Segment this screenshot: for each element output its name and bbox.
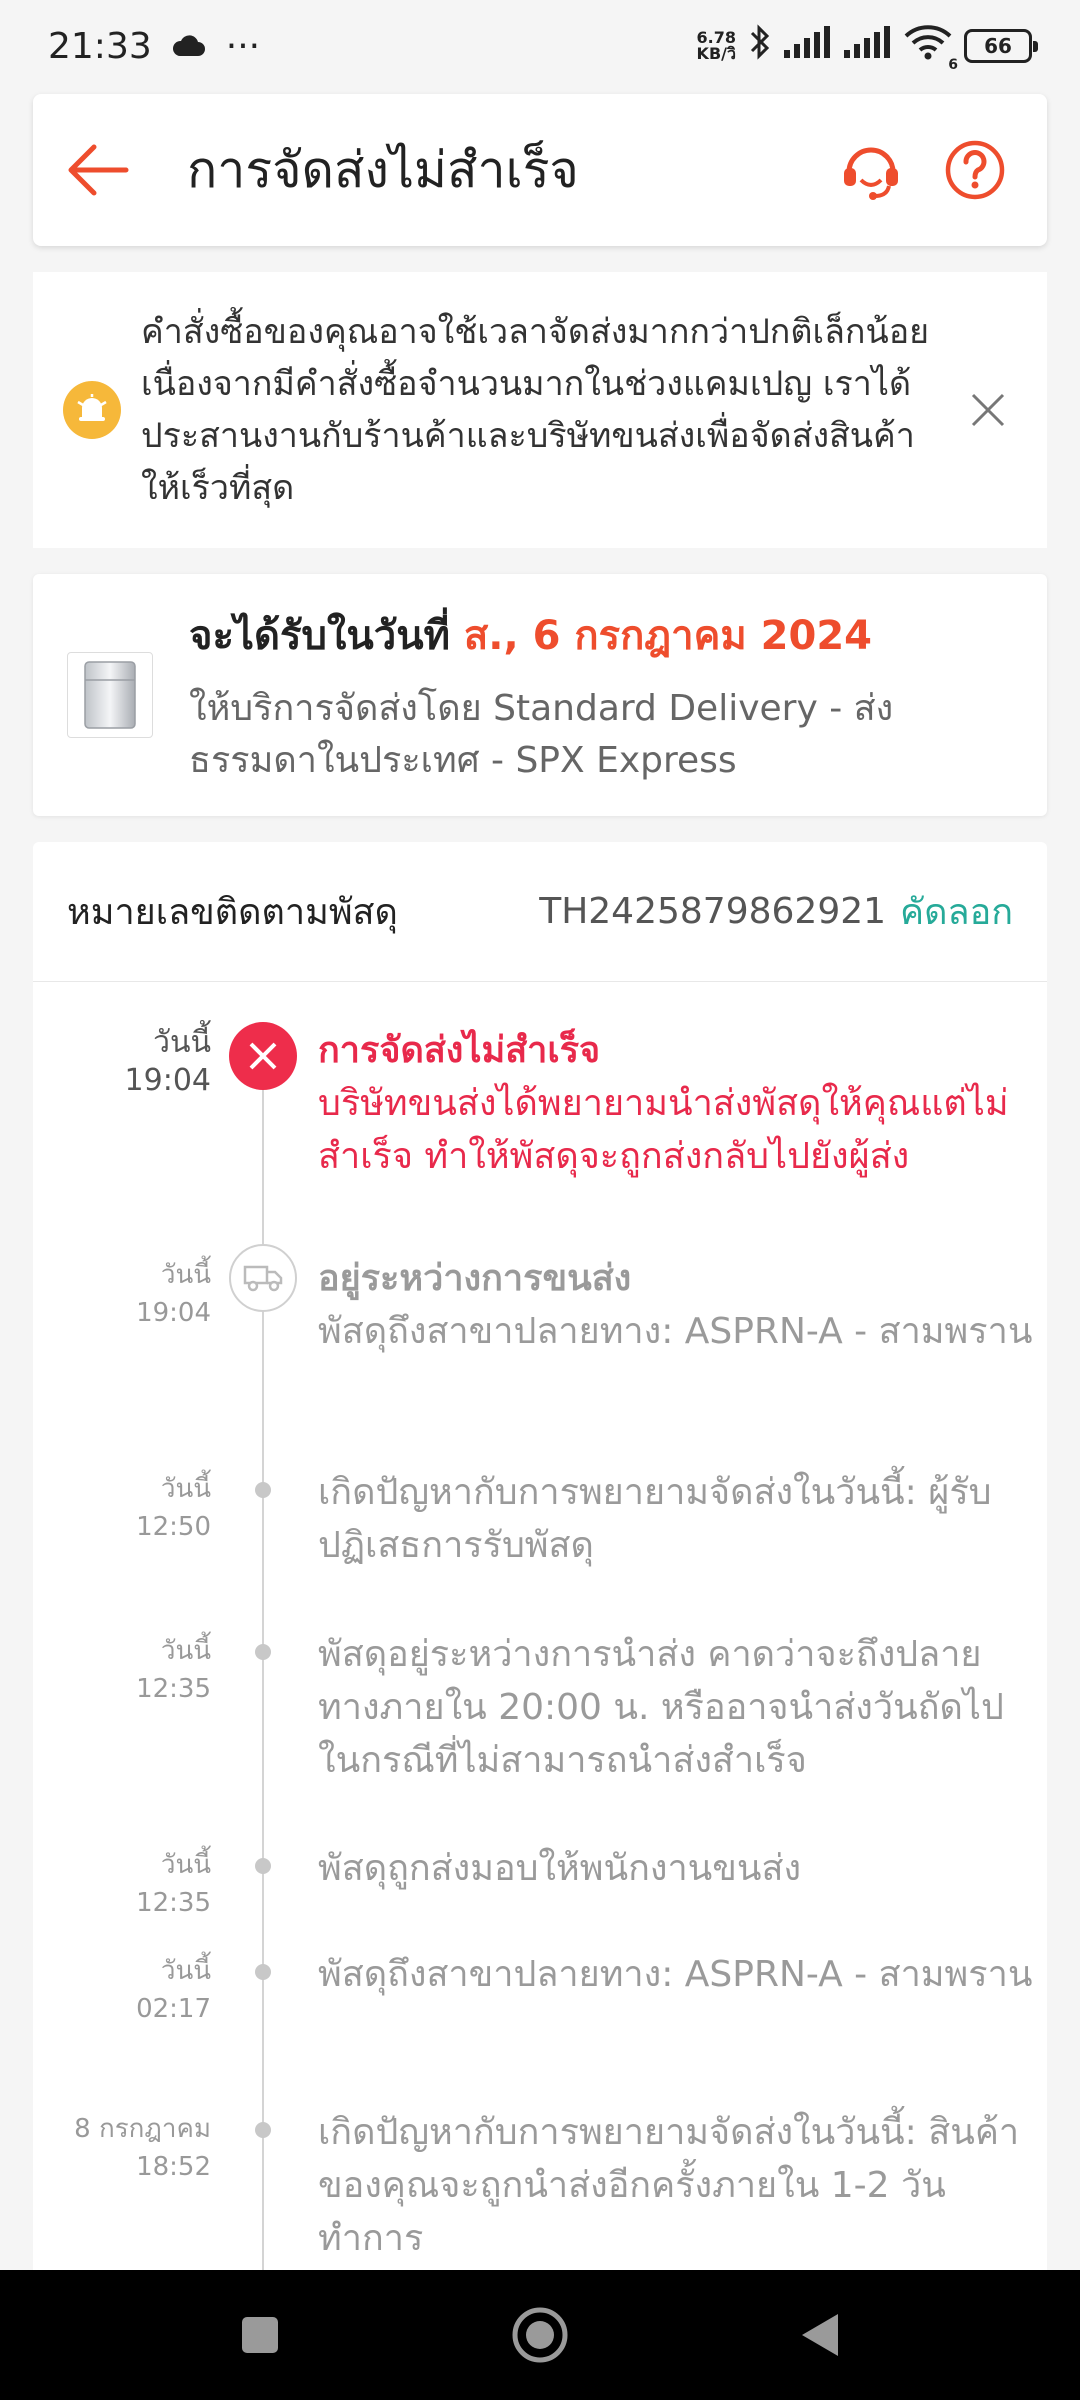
product-thumbnail [67,652,153,738]
signal-icon [784,25,832,67]
system-nav-bar [0,2270,1080,2400]
copy-tracking-button[interactable]: คัดลอก [900,883,1013,940]
event-time: วันนี้ 12:35 [136,1846,211,1922]
event-time: วันนี้ 19:04 [125,1024,211,1100]
event-clock: 12:35 [136,1888,211,1918]
event-time: วันนี้ 02:17 [136,1952,211,2028]
notice-close-button[interactable] [959,380,1018,440]
event-day: วันนี้ [160,1260,211,1290]
timeline-dot [255,1964,271,1980]
delivery-date: ส., 6 กรกฎาคม 2024 [463,613,872,659]
triangle-back-icon [802,2314,838,2356]
event-day: วันนี้ [153,1025,211,1060]
timeline-dot [255,1482,271,1498]
timeline-dot [255,2122,271,2138]
event-body: การจัดส่งไม่สำเร็จ บริษัทขนส่งได้พยายามน… [318,1024,1038,1183]
delivery-card[interactable]: จะได้รับในวันที่ ส., 6 กรกฎาคม 2024 ให้บ… [33,574,1047,816]
tracking-label: หมายเลขติดตามพัสดุ [67,892,398,933]
event-clock: 19:04 [136,1298,211,1328]
net-speed-unit: KB/วิ [696,44,736,63]
event-body: พัสดุถึงสาขาปลายทาง: ASPRN-A - สามพราน [318,1948,1038,2001]
headset-icon [844,147,898,200]
home-circle-icon [512,2307,568,2363]
event-clock: 02:17 [136,1994,211,2024]
bell-icon [63,381,121,439]
timeline-dot [255,1644,271,1660]
event-time: 8 กรกฎาคม 18:52 [74,2110,211,2186]
event-title: อยู่ระหว่างการขนส่ง [318,1258,632,1299]
event-description: พัสดุอยู่ระหว่างการนำส่ง คาดว่าจะถึงปลาย… [318,1634,1004,1781]
event-clock: 18:52 [136,2152,211,2182]
wifi-icon: 6 [904,24,958,73]
back-button[interactable] [33,94,163,246]
delivery-label: จะได้รับในวันที่ [189,613,464,659]
tracking-card: หมายเลขติดตามพัสดุ TH2425879862921 คัดลอ… [33,842,1047,2272]
net-speed: 6.78 KB/วิ [697,30,736,62]
event-description: บริษัทขนส่งได้พยายามนำส่งพัสดุให้คุณแต่ไ… [318,1083,1009,1177]
close-icon [971,393,1004,427]
event-description: พัสดุถูกส่งมอบให้พนักงานขนส่ง [318,1848,802,1889]
back-arrow-icon [68,144,129,196]
bluetooth-icon [748,23,772,70]
customer-support-button[interactable] [839,138,903,202]
failed-icon [229,1022,297,1090]
cloud-icon [172,26,206,67]
event-description: เกิดปัญหากับการพยายามจัดส่งในวันนี้: ผู้… [318,1472,992,1566]
event-body: พัสดุอยู่ระหว่างการนำส่ง คาดว่าจะถึงปลาย… [318,1628,1038,1787]
event-time: วันนี้ 19:04 [136,1256,211,1332]
signal-icon-2 [844,25,892,67]
event-day: วันนี้ [160,1636,211,1666]
more-notifications-icon: ··· [225,25,261,67]
app-header: การจัดส่งไม่สำเร็จ [33,94,1047,246]
event-body: อยู่ระหว่างการขนส่ง พัสดุถึงสาขาปลายทาง:… [318,1252,1038,1358]
event-time: วันนี้ 12:50 [136,1470,211,1546]
square-icon [242,2317,278,2353]
status-time: 21:33 [48,25,152,67]
page-title: การจัดส่งไม่สำเร็จ [187,140,579,199]
event-clock: 12:35 [136,1674,211,1704]
event-day: 8 กรกฎาคม [74,2114,211,2144]
question-mark-icon [945,140,1005,200]
event-body: พัสดุถูกส่งมอบให้พนักงานขนส่ง [318,1842,1038,1895]
event-body: เกิดปัญหากับการพยายามจัดส่งในวันนี้: สิน… [318,2106,1038,2265]
recents-button[interactable] [220,2295,300,2375]
truck-icon [229,1244,297,1312]
event-title: การจัดส่งไม่สำเร็จ [318,1030,601,1071]
notice-banner: คำสั่งซื้อของคุณอาจใช้เวลาจัดส่งมากกว่าป… [33,272,1047,548]
wifi-sub: 6 [948,56,958,73]
event-description: เกิดปัญหากับการพยายามจัดส่งในวันนี้: สิน… [318,2112,1020,2259]
event-clock: 12:50 [136,1512,211,1542]
event-day: วันนี้ [160,1956,211,1986]
delivery-service: ให้บริการจัดส่งโดย Standard Delivery - ส… [189,688,894,781]
event-time: วันนี้ 12:35 [136,1632,211,1708]
status-bar: 21:33 ··· 6.78 KB/วิ 6 66 [0,0,1080,92]
tracking-header: หมายเลขติดตามพัสดุ TH2425879862921 คัดลอ… [33,842,1047,982]
event-day: วันนี้ [160,1474,211,1504]
event-day: วันนี้ [160,1850,211,1880]
tracking-number: TH2425879862921 [539,891,887,932]
event-clock: 19:04 [124,1063,211,1098]
home-button[interactable] [500,2295,580,2375]
timeline-dot [255,1858,271,1874]
event-description: พัสดุถึงสาขาปลายทาง: ASPRN-A - สามพราน [318,1311,1033,1352]
back-nav-button[interactable] [780,2295,860,2375]
event-body: เกิดปัญหากับการพยายามจัดส่งในวันนี้: ผู้… [318,1466,1038,1572]
event-description: พัสดุถึงสาขาปลายทาง: ASPRN-A - สามพราน [318,1954,1033,1995]
battery-indicator: 66 [964,29,1038,63]
estimated-delivery: จะได้รับในวันที่ ส., 6 กรกฎาคม 2024 [189,603,1009,667]
notice-text: คำสั่งซื้อของคุณอาจใช้เวลาจัดส่งมากกว่าป… [141,312,930,508]
help-button[interactable] [943,138,1007,202]
